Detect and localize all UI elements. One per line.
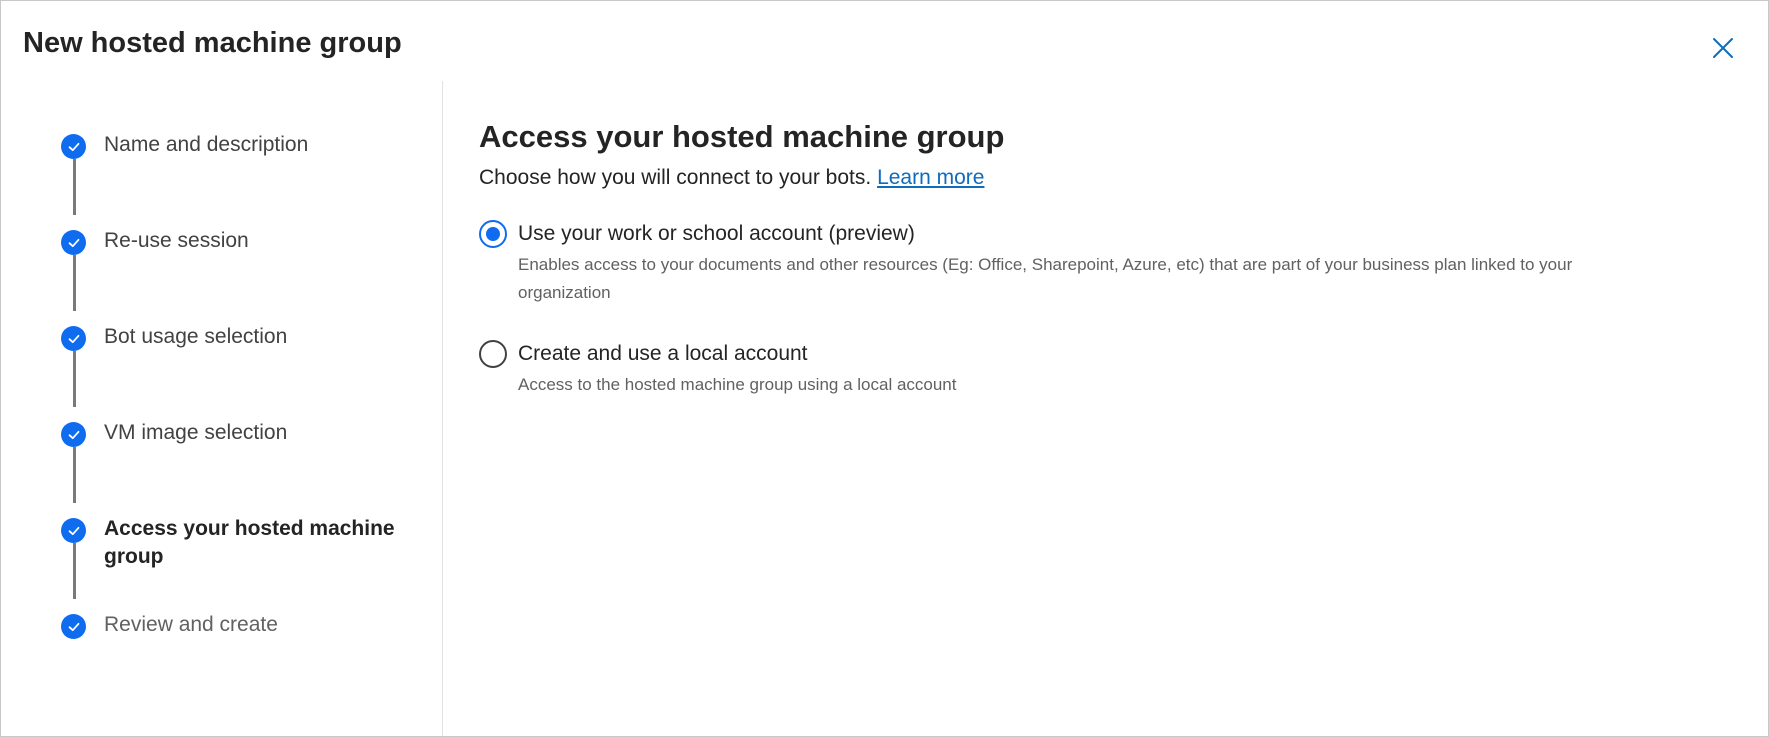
close-icon (1713, 38, 1733, 58)
option-help-text: Access to the hosted machine group using… (518, 375, 957, 394)
step-connector (73, 255, 76, 311)
step-connector (73, 159, 76, 215)
description-text: Choose how you will connect to your bots… (479, 166, 872, 189)
checkmark-icon (61, 326, 86, 351)
step-name-and-description[interactable]: Name and description (61, 133, 404, 159)
section-title: Access your hosted machine group (479, 119, 1005, 154)
checkmark-icon (61, 134, 86, 159)
option-work-school-account[interactable]: Use your work or school account (preview… (479, 220, 1638, 307)
radio-selected-dot (486, 227, 500, 241)
radio-work-school-account[interactable] (479, 220, 507, 248)
step-re-use-session[interactable]: Re-use session (61, 229, 404, 255)
option-label: Create and use a local account (518, 342, 808, 365)
option-label: Use your work or school account (preview… (518, 222, 915, 245)
checkmark-icon (61, 230, 86, 255)
step-label: Name and description (104, 133, 309, 156)
checkmark-icon (61, 422, 86, 447)
step-vm-image-selection[interactable]: VM image selection (61, 421, 404, 447)
close-button[interactable] (1708, 33, 1738, 63)
option-local-account[interactable]: Create and use a local account Access to… (479, 340, 1638, 399)
step-connector (73, 351, 76, 407)
panel-divider (442, 81, 443, 736)
step-label: Re-use session (104, 229, 249, 252)
option-help-text: Enables access to your documents and oth… (518, 255, 1573, 302)
step-access-hosted-machine-group[interactable]: Access your hosted machine group (61, 517, 404, 571)
new-hosted-machine-group-dialog: New hosted machine group Name and descri… (0, 0, 1769, 737)
step-label: Bot usage selection (104, 325, 288, 348)
checkmark-icon (61, 518, 86, 543)
learn-more-link[interactable]: Learn more (877, 166, 984, 189)
step-bot-usage-selection[interactable]: Bot usage selection (61, 325, 404, 351)
checkmark-icon (61, 614, 86, 639)
step-label: Access your hosted machine group (104, 517, 395, 568)
step-connector (73, 447, 76, 503)
section-description: Choose how you will connect to your bots… (479, 166, 984, 190)
wizard-stepper: Name and description Re-use session Bot … (1, 1, 441, 736)
step-review-and-create[interactable]: Review and create (61, 613, 404, 639)
step-label: Review and create (104, 613, 278, 636)
step-label: VM image selection (104, 421, 288, 444)
radio-local-account[interactable] (479, 340, 507, 368)
